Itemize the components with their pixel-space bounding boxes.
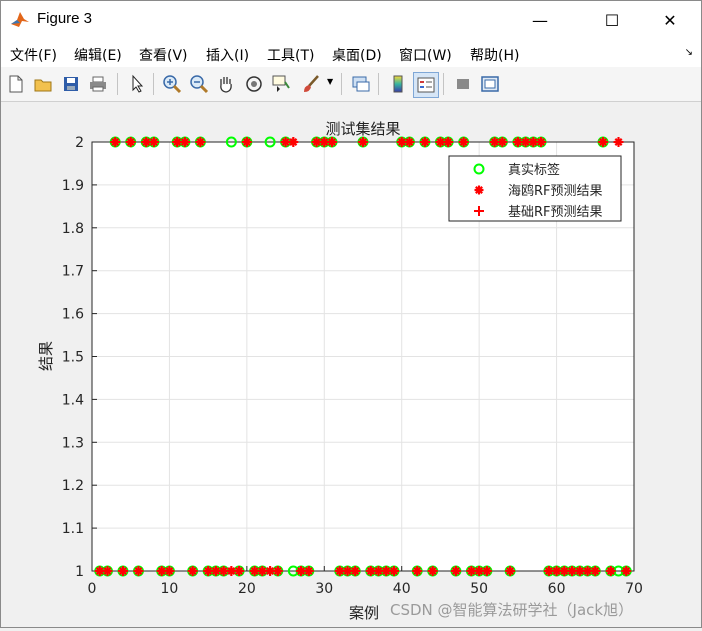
x-tick-label: 20 xyxy=(238,581,256,597)
y-tick-label: 1.5 xyxy=(62,350,84,366)
legend-marker-2 xyxy=(474,185,484,195)
menu-desktop[interactable]: 桌面(D) xyxy=(332,45,382,65)
x-tick-label: 30 xyxy=(315,581,333,597)
save-icon[interactable] xyxy=(59,72,83,96)
minimize-icon: — xyxy=(532,10,548,30)
maximize-icon: ☐ xyxy=(604,10,620,30)
colorbar-icon[interactable] xyxy=(386,72,410,96)
menu-help[interactable]: 帮助(H) xyxy=(470,45,519,65)
chart-title: 测试集结果 xyxy=(325,120,400,138)
y-tick-label: 1.2 xyxy=(62,478,84,494)
menu-overflow-icon[interactable]: ↘ xyxy=(685,47,693,58)
y-tick-label: 1.8 xyxy=(62,221,84,237)
link-plot-icon[interactable] xyxy=(349,72,373,96)
y-tick-label: 1.4 xyxy=(62,392,84,408)
x-tick-label: 60 xyxy=(548,581,566,597)
menu-tools[interactable]: 工具(T) xyxy=(267,45,314,65)
y-tick-label: 1.9 xyxy=(62,178,84,194)
zoom-in-icon[interactable] xyxy=(160,72,184,96)
legend-icon[interactable] xyxy=(413,72,439,98)
open-file-icon[interactable] xyxy=(31,72,55,96)
window-title: Figure 3 xyxy=(37,10,93,27)
x-tick-label: 70 xyxy=(625,581,643,597)
menu-edit[interactable]: 编辑(E) xyxy=(74,45,122,65)
y-tick-label: 1 xyxy=(75,564,84,580)
brush-icon[interactable] xyxy=(299,72,323,96)
menu-insert[interactable]: 插入(I) xyxy=(206,45,249,65)
show-tools-icon[interactable] xyxy=(478,72,502,96)
y-axis-label: 结果 xyxy=(37,341,55,371)
zoom-out-icon[interactable] xyxy=(187,72,211,96)
menu-bar: 文件(F) 编辑(E) 查看(V) 插入(I) 工具(T) 桌面(D) 窗口(W… xyxy=(1,39,701,67)
print-icon[interactable] xyxy=(86,72,110,96)
y-tick-label: 1.3 xyxy=(62,435,84,451)
figure-window: Figure 3 — ☐ ✕ 文件(F) 编辑(E) 查看(V) 插入(I) 工… xyxy=(0,0,702,628)
new-figure-icon[interactable] xyxy=(4,72,28,96)
y-tick-label: 2 xyxy=(75,135,84,151)
pan-icon[interactable] xyxy=(214,72,238,96)
minimize-button[interactable]: — xyxy=(517,1,563,39)
data-cursor-icon[interactable] xyxy=(269,72,293,96)
menu-file[interactable]: 文件(F) xyxy=(10,45,57,65)
edit-plot-icon[interactable] xyxy=(125,72,149,96)
x-tick-label: 0 xyxy=(88,581,97,597)
rotate-3d-icon[interactable] xyxy=(242,72,266,96)
legend-entry-3: 基础RF预测结果 xyxy=(508,205,603,220)
y-tick-label: 1.6 xyxy=(62,307,84,323)
chart: 0 10 20 30 40 50 60 70 1 1.1 1.2 1.3 1.4 1.5 1.6 1.7 1.… xyxy=(37,120,643,622)
hide-tools-icon[interactable] xyxy=(451,72,475,96)
close-button[interactable]: ✕ xyxy=(647,1,693,39)
watermark: CSDN @智能算法研学社（Jack旭） xyxy=(390,601,634,619)
menu-view[interactable]: 查看(V) xyxy=(139,45,188,65)
title-bar[interactable]: Figure 3 — ☐ ✕ xyxy=(1,1,701,39)
y-tick-label: 1.7 xyxy=(62,264,84,280)
x-tick-label: 10 xyxy=(161,581,179,597)
x-tick-label: 50 xyxy=(470,581,488,597)
x-axis-label: 案例 xyxy=(349,604,379,622)
legend-entry-2: 海鸥RF预测结果 xyxy=(508,183,603,199)
close-icon: ✕ xyxy=(663,10,677,30)
legend-entry-1: 真实标签 xyxy=(508,162,560,178)
x-tick-label: 40 xyxy=(393,581,411,597)
figure-toolbar: ▼ xyxy=(1,67,701,102)
menu-window[interactable]: 窗口(W) xyxy=(399,45,452,65)
matlab-icon xyxy=(10,9,30,29)
maximize-button[interactable]: ☐ xyxy=(589,1,635,39)
y-tick-label: 1.1 xyxy=(62,521,84,537)
figure-canvas: 0 10 20 30 40 50 60 70 1 1.1 1.2 1.3 1.4 1.5 1.6 1.7 1.… xyxy=(1,102,701,627)
legend[interactable]: 真实标签海鸥RF预测结果基础RF预测结果 xyxy=(448,155,622,222)
